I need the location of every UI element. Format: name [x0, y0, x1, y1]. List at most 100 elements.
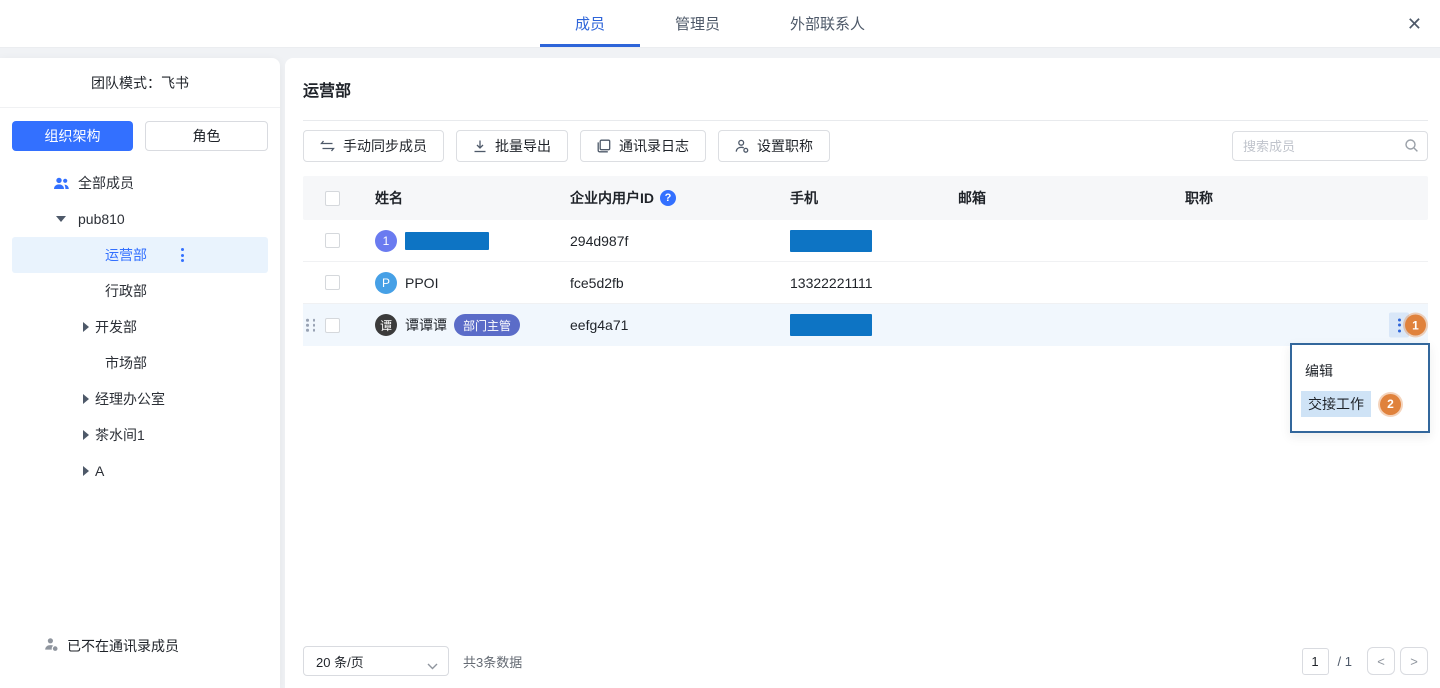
table-footer: 20 条/页 共3条数据 / 1 < >	[303, 646, 1428, 676]
table-row[interactable]: 1 294d987f	[303, 220, 1428, 262]
user-id-value: fce5d2fb	[570, 275, 624, 291]
row-actions: 1	[1389, 313, 1426, 338]
document-log-icon	[597, 139, 611, 153]
set-job-title-label: 设置职称	[757, 136, 813, 156]
row-checkbox[interactable]	[325, 275, 340, 290]
tab-external-contacts[interactable]: 外部联系人	[755, 0, 900, 47]
page-title-row: 运营部	[303, 58, 1428, 121]
row-context-menu: 编辑 交接工作 2	[1290, 343, 1430, 433]
pager: / 1 < >	[1302, 647, 1428, 675]
page-size-value: 20 条/页	[316, 652, 364, 671]
contacts-log-label: 通讯录日志	[619, 136, 689, 156]
page-size-select[interactable]: 20 条/页	[303, 646, 449, 676]
page-number-input[interactable]	[1302, 648, 1329, 675]
chevron-right-icon[interactable]	[83, 466, 95, 476]
sidebar-item-operations-dept[interactable]: 运营部	[12, 237, 268, 273]
toolbar: 手动同步成员 批量导出 通讯录日志 设置职称	[303, 130, 1428, 162]
batch-export-label: 批量导出	[495, 136, 551, 156]
role-button[interactable]: 角色	[145, 121, 268, 151]
sidebar-item-all-members[interactable]: 全部成员	[12, 165, 268, 201]
tab-external-label: 外部联系人	[790, 13, 865, 34]
member-name: 谭谭谭	[405, 315, 447, 335]
row-checkbox[interactable]	[325, 233, 340, 248]
header-user-id: 企业内用户ID	[570, 188, 654, 208]
search-input[interactable]	[1232, 131, 1428, 161]
sidebar-item-manager-office[interactable]: 经理办公室	[12, 381, 268, 417]
sidebar-item-dev-dept[interactable]: 开发部	[12, 309, 268, 345]
sidebar-item-tearoom1[interactable]: 茶水间1	[12, 417, 268, 453]
header-job-title: 职称	[1185, 188, 1213, 208]
page-title: 运营部	[303, 77, 351, 101]
tab-members[interactable]: 成员	[540, 0, 640, 47]
chevron-right-icon[interactable]	[83, 394, 95, 404]
tree-label: 全部成员	[78, 173, 134, 193]
select-all-checkbox[interactable]	[325, 191, 340, 206]
header-email: 邮箱	[958, 188, 986, 208]
avatar: 谭	[375, 314, 397, 336]
table-row[interactable]: 谭 谭谭谭 部门主管 eefg4a71 1	[303, 304, 1428, 346]
user-id-value: eefg4a71	[570, 317, 628, 333]
search-icon	[1404, 138, 1419, 158]
tree-label: 开发部	[95, 317, 137, 337]
chevron-right-icon[interactable]	[83, 430, 95, 440]
table-row[interactable]: P PPOI fce5d2fb 13322221111	[303, 262, 1428, 304]
batch-export-button[interactable]: 批量导出	[456, 130, 568, 162]
manual-sync-label: 手动同步成员	[343, 136, 427, 156]
avatar: 1	[375, 230, 397, 252]
header-name: 姓名	[375, 188, 403, 208]
total-pages-label: / 1	[1338, 654, 1352, 669]
org-tree: 全部成员 pub810 运营部 行政部 开发部 市场部	[0, 165, 280, 489]
sidebar-item-a[interactable]: A	[12, 453, 268, 489]
redacted-name	[405, 232, 489, 250]
menu-item-handover[interactable]: 交接工作	[1301, 391, 1371, 417]
sidebar-switcher: 组织架构 角色	[0, 108, 280, 151]
active-tab-underline	[540, 44, 640, 47]
tree-label: 运营部	[105, 245, 147, 265]
contacts-log-button[interactable]: 通讯录日志	[580, 130, 706, 162]
tree-label: pub810	[78, 211, 125, 227]
help-icon[interactable]: ?	[660, 190, 676, 206]
more-icon[interactable]	[181, 248, 184, 262]
main-panel: 运营部 手动同步成员 批量导出 通讯录日志	[285, 58, 1440, 688]
row-checkbox[interactable]	[325, 318, 340, 333]
phone-value: 13322221111	[790, 275, 873, 291]
tree-label: 行政部	[105, 281, 147, 301]
chevron-down-icon[interactable]	[52, 216, 70, 222]
chevron-right-icon[interactable]	[83, 322, 95, 332]
tree-label: 经理办公室	[95, 389, 165, 409]
chevron-down-icon	[427, 658, 438, 673]
drag-handle-icon[interactable]	[306, 319, 317, 332]
sidebar-item-removed-members[interactable]: 已不在通讯录成员	[44, 636, 179, 656]
menu-item-edit[interactable]: 编辑	[1305, 361, 1428, 381]
people-icon	[52, 176, 70, 191]
annotation-badge-2: 2	[1380, 394, 1401, 415]
set-job-title-button[interactable]: 设置职称	[718, 130, 830, 162]
tree-label: 茶水间1	[95, 425, 145, 445]
close-icon[interactable]: ✕	[1407, 15, 1422, 33]
manual-sync-button[interactable]: 手动同步成员	[303, 130, 444, 162]
tab-members-label: 成员	[575, 13, 605, 34]
more-icon	[1398, 318, 1401, 332]
sidebar-item-marketing-dept[interactable]: 市场部	[12, 345, 268, 381]
person-settings-icon	[735, 139, 749, 153]
dept-manager-badge: 部门主管	[454, 314, 520, 336]
member-search	[1232, 131, 1428, 161]
members-table: 姓名 企业内用户ID ? 手机 邮箱 职称 1 294d987f	[303, 176, 1428, 346]
content-area: 团队模式：飞书 组织架构 角色 全部成员 pub810 运营部 行政部	[0, 48, 1440, 688]
menu-item-handover-row: 交接工作 2	[1301, 391, 1428, 417]
org-structure-button[interactable]: 组织架构	[12, 121, 133, 151]
download-icon	[473, 139, 487, 153]
annotation-badge-1: 1	[1405, 315, 1426, 336]
tab-bar: 成员 管理员 外部联系人	[540, 0, 900, 47]
next-page-button[interactable]: >	[1400, 647, 1428, 675]
tree-label: A	[95, 463, 104, 479]
person-off-icon	[44, 637, 59, 655]
sidebar: 团队模式：飞书 组织架构 角色 全部成员 pub810 运营部 行政部	[0, 58, 280, 688]
sync-icon	[320, 140, 335, 152]
redacted-phone	[790, 230, 872, 252]
prev-page-button[interactable]: <	[1367, 647, 1395, 675]
sidebar-item-pub810[interactable]: pub810	[12, 201, 268, 237]
sidebar-item-admin-dept[interactable]: 行政部	[12, 273, 268, 309]
redacted-phone	[790, 314, 872, 336]
tab-admins[interactable]: 管理员	[640, 0, 755, 47]
